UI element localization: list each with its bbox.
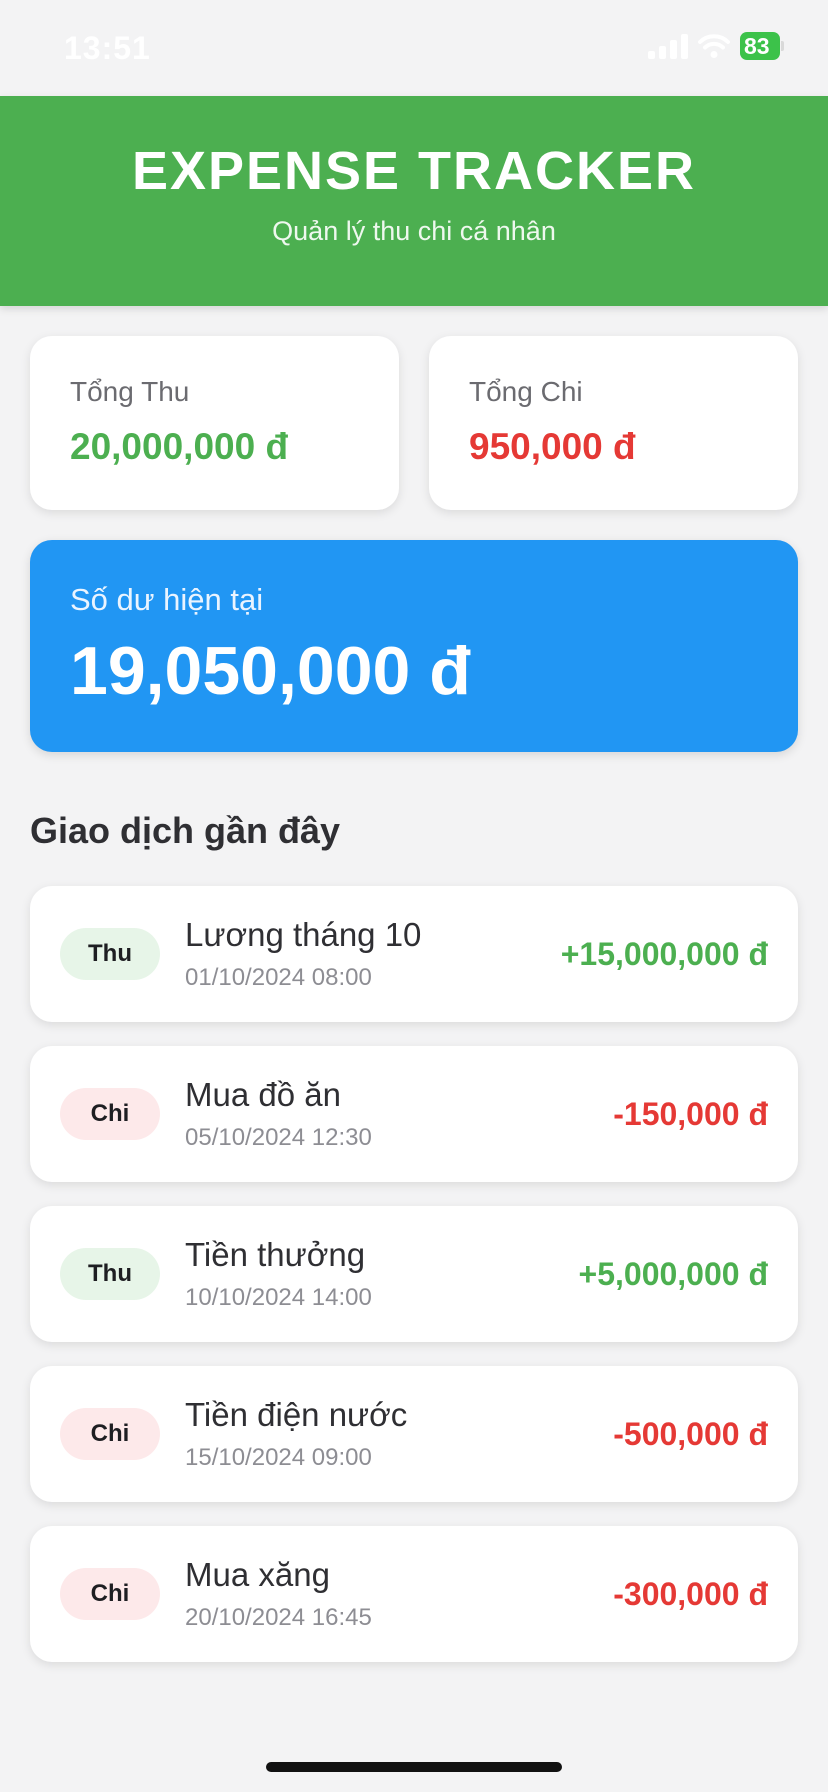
transaction-type-badge: Chi [60,1568,160,1620]
transaction-type-badge: Chi [60,1088,160,1140]
wifi-icon [698,34,730,58]
app-header: EXPENSE TRACKER Quản lý thu chi cá nhân [0,96,828,306]
transaction-date: 15/10/2024 09:00 [185,1444,372,1471]
transaction-row[interactable]: Chi Tiền điện nước 15/10/2024 09:00 -500… [30,1366,798,1502]
transaction-amount: -150,000 đ [613,1096,768,1132]
transaction-row[interactable]: Chi Mua xăng 20/10/2024 16:45 -300,000 đ [30,1526,798,1662]
balance-label: Số dư hiện tại [70,582,264,617]
transaction-title: Mua đồ ăn [185,1076,341,1113]
transaction-title: Tiền thưởng [185,1236,366,1273]
balance-value: 19,050,000 đ [70,633,471,709]
battery-icon: 83 [740,32,784,60]
transaction-amount: +15,000,000 đ [560,936,768,972]
total-income-card: Tổng Thu 20,000,000 đ [30,336,399,510]
transaction-date: 05/10/2024 12:30 [185,1124,372,1151]
status-icons: 83 [648,32,784,60]
cellular-signal-icon [648,33,688,59]
transaction-amount: -300,000 đ [613,1576,768,1612]
transaction-row[interactable]: Thu Tiền thưởng 10/10/2024 14:00 +5,000,… [30,1206,798,1342]
status-bar: 13:51 83 [0,0,828,96]
transaction-type-badge: Chi [60,1408,160,1460]
transaction-title: Lương tháng 10 [185,916,422,953]
transaction-date: 20/10/2024 16:45 [185,1604,372,1631]
transaction-row[interactable]: Thu Lương tháng 10 01/10/2024 08:00 +15,… [30,886,798,1022]
battery-level: 83 [740,32,780,60]
transaction-title: Mua xăng [185,1556,330,1593]
home-indicator[interactable] [266,1762,562,1772]
transaction-type-badge: Thu [60,928,160,980]
transaction-amount: -500,000 đ [613,1416,768,1452]
transaction-type-badge: Thu [60,1248,160,1300]
app-subtitle: Quản lý thu chi cá nhân [272,216,556,246]
total-expense-label: Tổng Chi [469,376,583,407]
transaction-amount: +5,000,000 đ [578,1256,768,1292]
total-expense-card: Tổng Chi 950,000 đ [429,336,798,510]
transaction-row[interactable]: Chi Mua đồ ăn 05/10/2024 12:30 -150,000 … [30,1046,798,1182]
recent-transactions-title: Giao dịch gần đây [30,810,341,851]
total-expense-value: 950,000 đ [469,426,636,467]
total-income-value: 20,000,000 đ [70,426,289,467]
transaction-date: 10/10/2024 14:00 [185,1284,372,1311]
transaction-title: Tiền điện nước [185,1396,408,1433]
app-title: EXPENSE TRACKER [131,141,697,201]
total-income-label: Tổng Thu [70,376,190,407]
balance-card: Số dư hiện tại 19,050,000 đ [30,540,798,752]
transaction-date: 01/10/2024 08:00 [185,964,372,991]
status-time: 13:51 [64,30,151,66]
